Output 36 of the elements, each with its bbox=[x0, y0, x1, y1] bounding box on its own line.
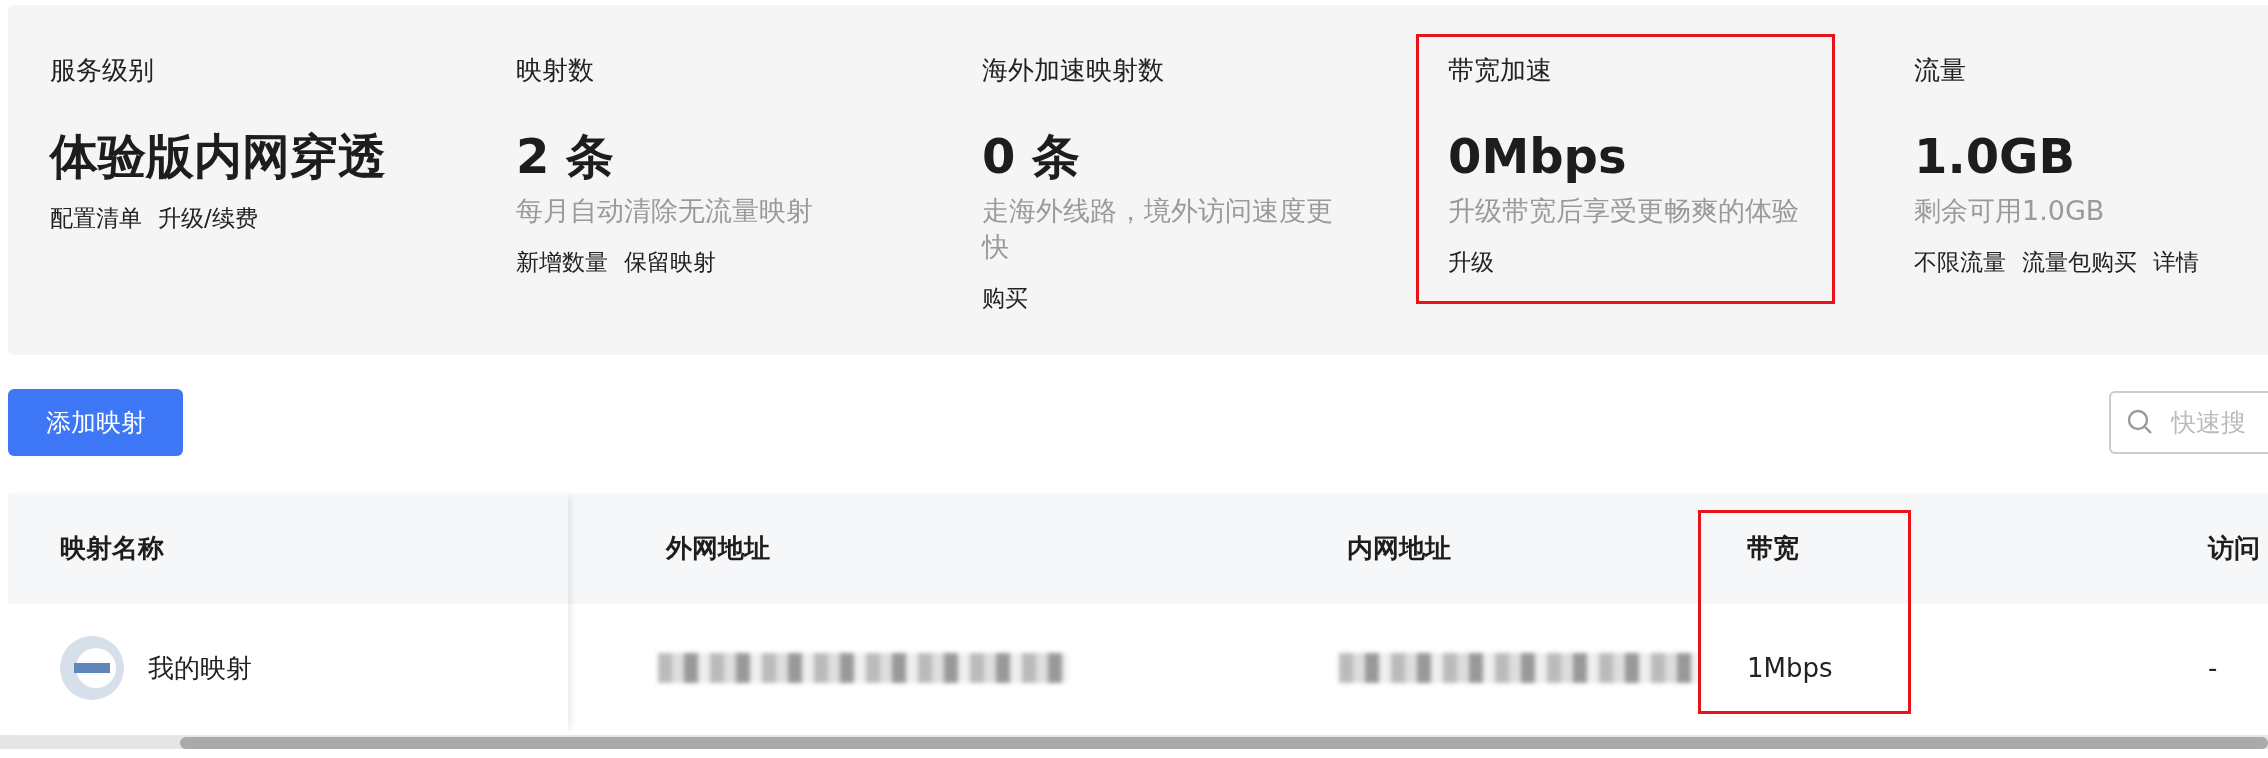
add-mapping-button[interactable]: 添加映射 bbox=[8, 389, 183, 456]
stat-value: 2 条 bbox=[516, 127, 616, 185]
column-header: 内网地址 bbox=[1299, 493, 1698, 604]
stat-description: 升级带宽后享受更畅爽的体验 bbox=[1448, 194, 1800, 228]
stat-value: 体验版内网穿透 bbox=[50, 127, 387, 185]
column-header: 访问 bbox=[2160, 493, 2268, 604]
stat-description: 走海外线路，境外访问速度更快 bbox=[982, 194, 1334, 264]
stat-link[interactable]: 配置清单 bbox=[50, 203, 142, 233]
stat-link[interactable]: 详情 bbox=[2153, 247, 2199, 277]
stat-value: 0Mbps bbox=[1448, 127, 1628, 185]
mapping-name: 我的映射 bbox=[148, 651, 252, 685]
search-field[interactable]: 快速搜 bbox=[2109, 391, 2268, 454]
stat-title: 海外加速映射数 bbox=[982, 55, 1165, 85]
stat-link[interactable]: 升级/续费 bbox=[158, 203, 258, 233]
column-header: 映射名称 bbox=[8, 493, 568, 604]
stat-link[interactable]: 不限流量 bbox=[1914, 247, 2006, 277]
stat-title: 映射数 bbox=[516, 55, 595, 85]
stat-description: 剩余可用1.0GB bbox=[1914, 194, 2106, 228]
table-cell: - bbox=[2208, 653, 2218, 683]
stat-link[interactable]: 流量包购买 bbox=[2022, 247, 2137, 277]
stat-title: 流量 bbox=[1914, 55, 1967, 85]
scrollbar[interactable] bbox=[0, 735, 2268, 749]
stat-link[interactable]: 升级 bbox=[1448, 247, 1494, 277]
stat-title: 带宽加速 bbox=[1448, 55, 1553, 85]
stat-value: 0 条 bbox=[982, 127, 1082, 185]
stat-value: 1.0GB bbox=[1914, 127, 2076, 185]
stat-title: 服务级别 bbox=[50, 55, 155, 85]
stat-link[interactable]: 保留映射 bbox=[624, 247, 716, 277]
stat-description: 每月自动清除无流量映射 bbox=[516, 194, 814, 228]
table-cell: 1Mbps bbox=[1747, 653, 1833, 683]
stat-link[interactable]: 购买 bbox=[982, 283, 1028, 313]
stat-link[interactable]: 新增数量 bbox=[516, 247, 608, 277]
search-icon bbox=[2127, 409, 2153, 435]
column-header: 带宽 bbox=[1698, 493, 2160, 604]
logo-icon bbox=[60, 636, 124, 700]
column-header: 外网地址 bbox=[568, 493, 1299, 604]
